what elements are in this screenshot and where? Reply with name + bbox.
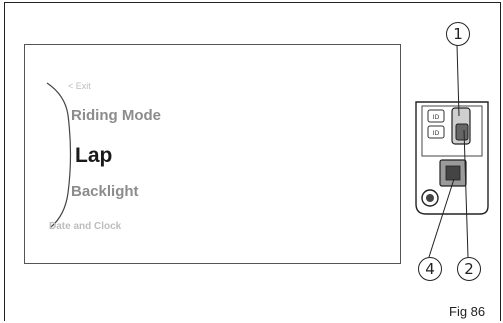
menu-item-lap[interactable]: Lap — [75, 144, 112, 168]
callout-2: 2 — [457, 257, 481, 281]
switch-lower-label: ID — [433, 130, 440, 137]
figure-label: Fig 86 — [449, 304, 486, 319]
switch-upper-label: ID — [433, 114, 440, 121]
menu-exit[interactable]: < Exit — [68, 81, 91, 91]
menu-item-backlight[interactable]: Backlight — [71, 183, 139, 200]
dashboard-display: < Exit Riding Mode Lap Backlight Date an… — [24, 44, 401, 264]
menu-item-date-and-clock[interactable]: Date and Clock — [49, 221, 121, 232]
callout-4: 4 — [418, 257, 442, 281]
menu-item-riding-mode[interactable]: Riding Mode — [71, 107, 161, 124]
handlebar-switch-illustration: ID ID — [415, 101, 489, 215]
rocker-lower-half — [455, 123, 469, 141]
callout-1: 1 — [446, 22, 470, 46]
